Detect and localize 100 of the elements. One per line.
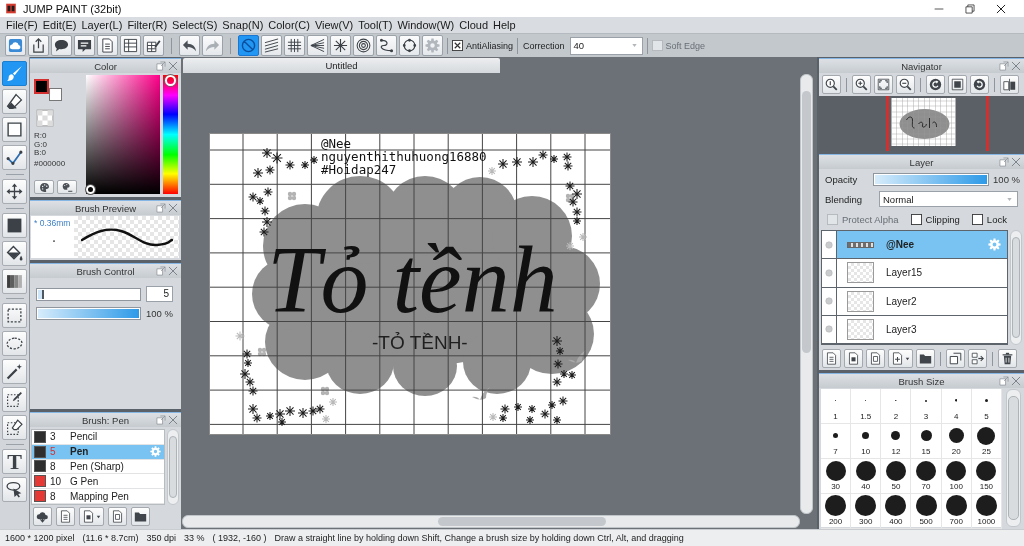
- tool-button[interactable]: [2, 477, 27, 502]
- menu-item[interactable]: Tool(T): [357, 17, 394, 33]
- brush-size-option[interactable]: 25: [971, 424, 1002, 459]
- brush-size-option[interactable]: 10: [851, 424, 882, 459]
- brush-size-option[interactable]: 20: [941, 424, 972, 459]
- undock-button[interactable]: [999, 376, 1009, 386]
- layer-tool-button[interactable]: [822, 349, 841, 368]
- brush-size-option[interactable]: 1: [821, 389, 852, 424]
- undo-button[interactable]: [179, 35, 200, 56]
- panel-tool-button[interactable]: [79, 507, 104, 526]
- tool-button[interactable]: [2, 415, 27, 440]
- vertical-scrollbar[interactable]: [1010, 230, 1022, 345]
- menu-item[interactable]: File(F): [5, 17, 39, 33]
- brush-size-option[interactable]: 7: [821, 424, 852, 459]
- menu-item[interactable]: Help: [492, 17, 517, 33]
- scrollbar-thumb[interactable]: [802, 91, 811, 353]
- brush-size-option[interactable]: 200: [821, 494, 852, 529]
- tool-button[interactable]: [2, 179, 27, 204]
- brush-list-item[interactable]: 8 Pen (Sharp): [32, 459, 164, 475]
- snap-button[interactable]: [261, 35, 282, 56]
- brush-size-option[interactable]: 1000: [971, 494, 1002, 529]
- hue-slider-thumb[interactable]: [165, 75, 176, 86]
- toolbar-button[interactable]: [143, 35, 164, 56]
- brush-size-field[interactable]: 5: [146, 286, 173, 302]
- tool-button[interactable]: [2, 331, 27, 356]
- hue-slider[interactable]: [163, 75, 178, 194]
- brush-size-option[interactable]: 40: [851, 459, 882, 494]
- menu-item[interactable]: Color(C): [267, 17, 311, 33]
- checkbox[interactable]: [971, 213, 983, 225]
- layer-item[interactable]: @Nee: [837, 231, 1007, 259]
- snap-button[interactable]: [307, 35, 328, 56]
- vertical-scrollbar[interactable]: [167, 429, 179, 505]
- tool-button[interactable]: [2, 145, 27, 170]
- brush-size-option[interactable]: 15: [911, 424, 942, 459]
- layer-tool-button[interactable]: [998, 349, 1017, 368]
- brush-size-option[interactable]: 3: [911, 389, 942, 424]
- brush-list-item[interactable]: 3 Pencil: [32, 430, 164, 445]
- brush-size-option[interactable]: 2: [881, 389, 912, 424]
- brush-size-option[interactable]: 500: [911, 494, 942, 529]
- tool-button[interactable]: [2, 387, 27, 412]
- layer-item[interactable]: Layer15: [837, 259, 1007, 287]
- brush-size-option[interactable]: 4: [941, 389, 972, 424]
- navigator-button[interactable]: [948, 75, 967, 94]
- document-tab[interactable]: Untitled: [183, 58, 500, 73]
- tool-button[interactable]: [2, 241, 27, 266]
- horizontal-scrollbar[interactable]: [182, 515, 800, 528]
- brush-size-option[interactable]: 300: [851, 494, 882, 529]
- brush-size-slider[interactable]: [36, 287, 141, 301]
- vertical-scrollbar[interactable]: [1006, 389, 1021, 527]
- snap-button[interactable]: [330, 35, 351, 56]
- foreground-color-swatch[interactable]: [34, 79, 49, 94]
- menu-item[interactable]: Edit(E): [41, 17, 78, 33]
- layer-tool-button[interactable]: [844, 349, 863, 368]
- brush-size-option[interactable]: 700: [941, 494, 972, 529]
- navigator-button[interactable]: [852, 75, 871, 94]
- panel-tool-button[interactable]: [131, 507, 150, 526]
- tool-button[interactable]: [2, 359, 27, 384]
- menu-item[interactable]: Filter(R): [126, 17, 169, 33]
- toolbar-button[interactable]: [51, 35, 72, 56]
- brush-size-option[interactable]: 12: [881, 424, 912, 459]
- brush-size-option[interactable]: 150: [971, 459, 1002, 494]
- layer-tool-button[interactable]: [888, 349, 913, 368]
- brush-size-option[interactable]: 50: [881, 459, 912, 494]
- navigator-button[interactable]: [1000, 75, 1019, 94]
- tool-button[interactable]: [2, 269, 27, 294]
- brush-size-option[interactable]: 100: [941, 459, 972, 494]
- menu-item[interactable]: Select(S): [171, 17, 219, 33]
- brush-list-item[interactable]: 10 G Pen: [32, 474, 164, 490]
- navigator-button[interactable]: [896, 75, 915, 94]
- panel-tool-button[interactable]: [56, 507, 75, 526]
- background-color-swatch[interactable]: [49, 88, 62, 101]
- scrollbar-thumb[interactable]: [169, 436, 177, 498]
- layer-item[interactable]: Layer3: [837, 315, 1007, 343]
- panel-tool-button[interactable]: [33, 507, 52, 526]
- brush-size-option[interactable]: 30: [821, 459, 852, 494]
- menu-item[interactable]: Layer(L): [80, 17, 124, 33]
- palette-button[interactable]: [34, 180, 54, 194]
- tool-button[interactable]: [2, 117, 27, 142]
- navigator-button[interactable]: [822, 75, 841, 94]
- layer-item[interactable]: Layer2: [837, 287, 1007, 315]
- menu-item[interactable]: View(V): [313, 17, 355, 33]
- tool-button[interactable]: [2, 89, 27, 114]
- vertical-scrollbar[interactable]: [800, 74, 813, 514]
- scrollbar-thumb[interactable]: [438, 517, 606, 526]
- menu-item[interactable]: Cloud: [458, 17, 489, 33]
- toolbar-button[interactable]: [120, 35, 141, 56]
- checkbox[interactable]: [452, 40, 463, 51]
- layer-tool-button[interactable]: [968, 349, 987, 368]
- tool-button[interactable]: [2, 213, 27, 238]
- snap-button[interactable]: [353, 35, 374, 56]
- blending-dropdown[interactable]: Normal: [879, 191, 1018, 207]
- brush-size-option[interactable]: 400: [881, 494, 912, 529]
- tool-button[interactable]: [2, 303, 27, 328]
- layer-tool-button[interactable]: [916, 349, 935, 368]
- menu-item[interactable]: Window(W): [396, 17, 456, 33]
- scrollbar-thumb[interactable]: [1012, 237, 1020, 338]
- snap-button[interactable]: [399, 35, 420, 56]
- navigator-button[interactable]: [970, 75, 989, 94]
- brush-size-option[interactable]: 70: [911, 459, 942, 494]
- toolbar-button[interactable]: [74, 35, 95, 56]
